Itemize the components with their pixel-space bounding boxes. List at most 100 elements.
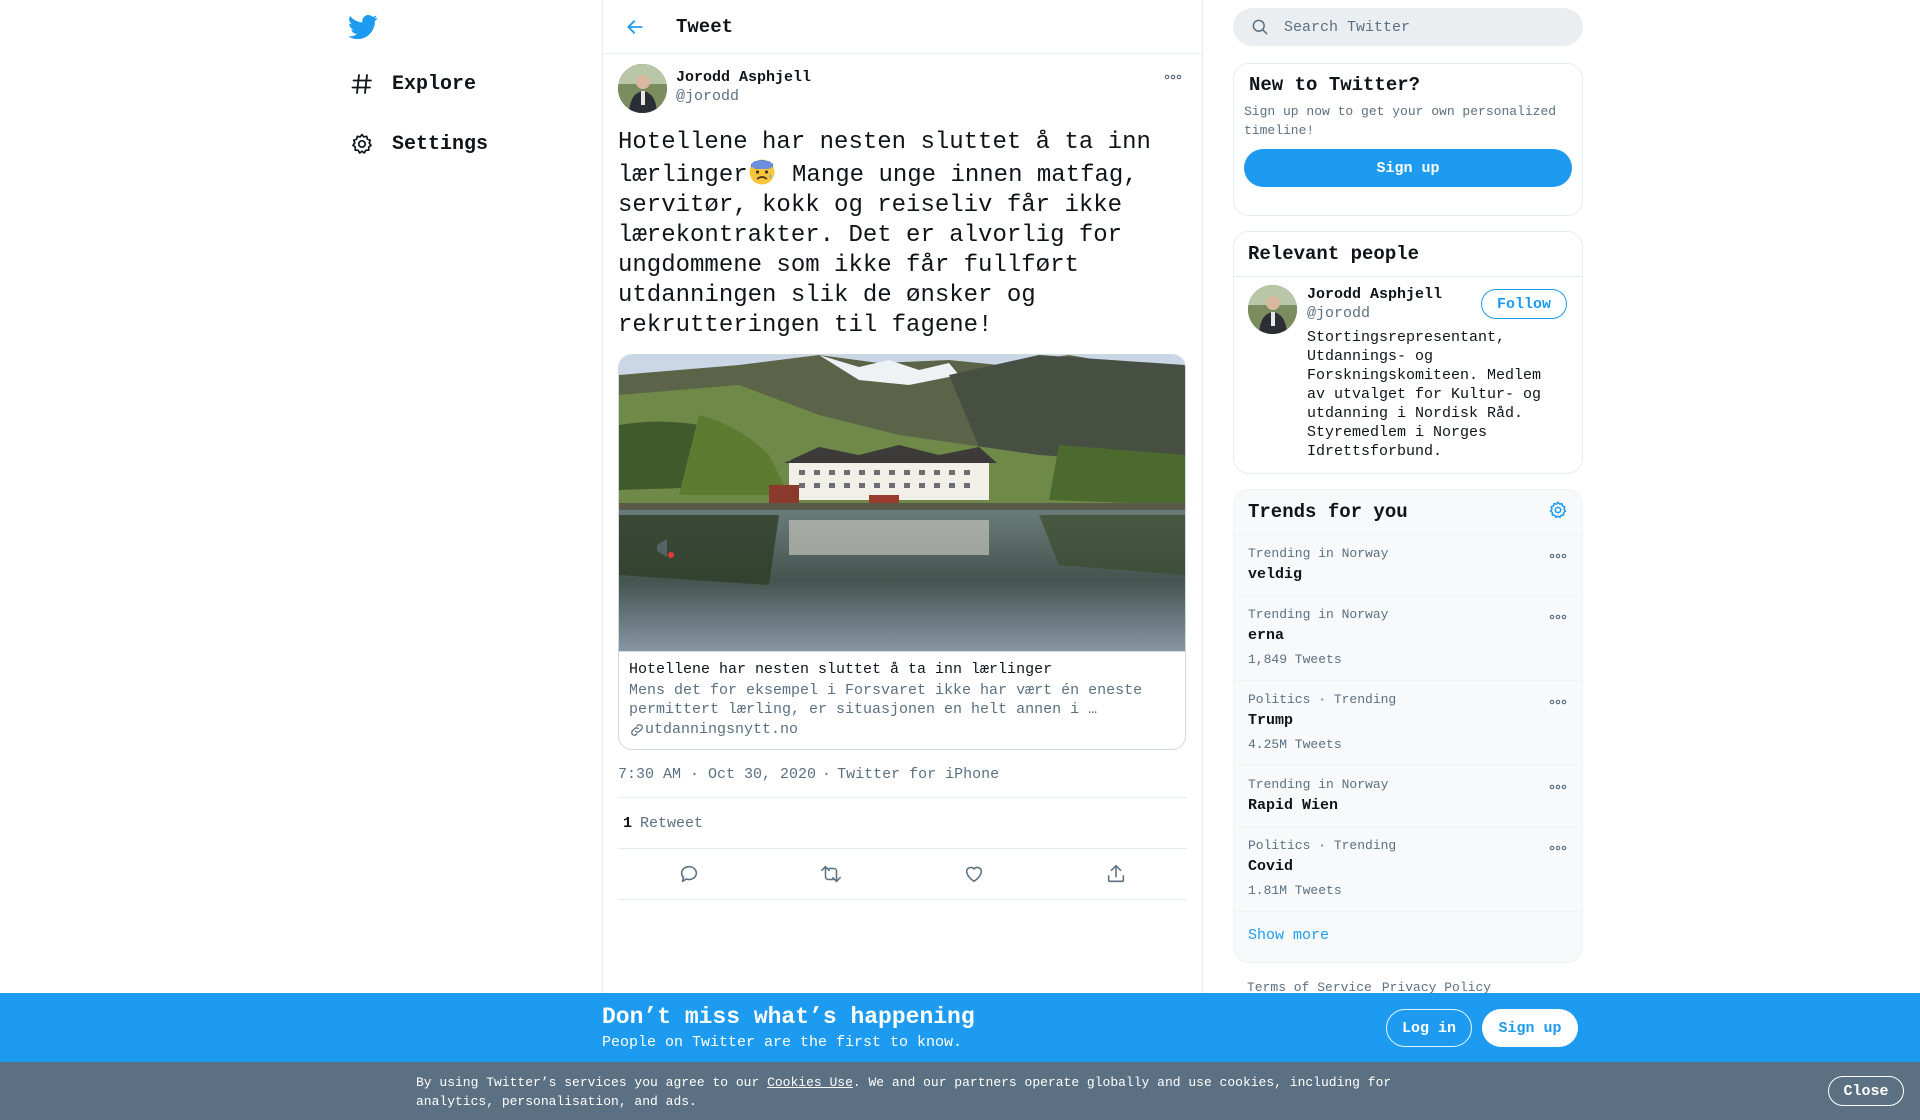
trend-more-button[interactable] bbox=[1548, 780, 1568, 794]
author-avatar[interactable] bbox=[618, 64, 667, 113]
trend-more-button[interactable] bbox=[1548, 695, 1568, 709]
reply-icon bbox=[681, 865, 698, 883]
trend-context: Trending in Norway bbox=[1248, 607, 1389, 622]
trend-count: 1,849 Tweets bbox=[1248, 652, 1342, 667]
trend-item[interactable]: Trending in Norway Rapid Wien bbox=[1234, 766, 1582, 827]
sidebar-signup-button[interactable]: Sign up bbox=[1244, 149, 1572, 187]
dont-miss-banner: Don’t miss what’s happening People on Tw… bbox=[0, 993, 1920, 1062]
trend-count: 1.81M Tweets bbox=[1248, 883, 1342, 898]
trends-panel: Trends for you Trending in Norway veldig… bbox=[1233, 489, 1583, 963]
hashtag-icon bbox=[348, 70, 376, 98]
new-to-twitter-description: Sign up now to get your own personalized… bbox=[1244, 104, 1557, 138]
trends-settings-button[interactable] bbox=[1548, 500, 1568, 525]
login-button[interactable]: Log in bbox=[1386, 1009, 1472, 1047]
banner-signup-button[interactable]: Sign up bbox=[1482, 1009, 1578, 1047]
card-description: Mens det for eksempel i Forsvaret ikke h… bbox=[629, 682, 1143, 718]
relevant-people-title: Relevant people bbox=[1248, 243, 1420, 265]
search-icon bbox=[1252, 19, 1268, 35]
author-handle[interactable]: @jorodd bbox=[676, 87, 811, 106]
more-dots-icon bbox=[1549, 553, 1567, 559]
trend-item[interactable]: Politics · Trending Covid 1.81M Tweets bbox=[1234, 827, 1582, 912]
relevant-person[interactable]: Jorodd Asphjell @jorodd Stortingsreprese… bbox=[1234, 277, 1582, 461]
trend-more-button[interactable] bbox=[1548, 841, 1568, 855]
more-dots-icon bbox=[1549, 784, 1567, 790]
back-button[interactable] bbox=[616, 8, 654, 46]
tweet-more-button[interactable] bbox=[1161, 68, 1185, 86]
trend-name: Rapid Wien bbox=[1248, 797, 1339, 814]
link-icon bbox=[631, 723, 643, 736]
arrow-left-icon bbox=[627, 19, 643, 34]
tweet-actions bbox=[618, 849, 1187, 899]
retweet-stats[interactable]: 1 Retweet bbox=[618, 798, 1187, 848]
trend-name: Covid bbox=[1248, 858, 1294, 875]
page-title: Tweet bbox=[676, 15, 734, 38]
trend-context: Politics · Trending bbox=[1248, 838, 1397, 853]
trend-name: Trump bbox=[1248, 712, 1294, 729]
trend-item[interactable]: Trending in Norway veldig bbox=[1234, 535, 1582, 596]
retweet-button[interactable] bbox=[814, 857, 848, 891]
new-to-twitter-panel: New to Twitter? Sign up now to get your … bbox=[1233, 63, 1583, 216]
more-dots-icon bbox=[1549, 699, 1567, 705]
relevant-people-panel: Relevant people Jorodd Asphjell @jorodd … bbox=[1233, 231, 1583, 474]
trend-name: erna bbox=[1248, 627, 1285, 644]
twitter-bird-icon[interactable] bbox=[348, 12, 378, 42]
trend-item[interactable]: Trending in Norway erna 1,849 Tweets bbox=[1234, 596, 1582, 681]
retweet-count: 1 bbox=[623, 814, 633, 832]
show-more-link[interactable]: Show more bbox=[1234, 912, 1582, 958]
share-icon bbox=[1107, 864, 1124, 883]
trend-context: Trending in Norway bbox=[1248, 546, 1389, 561]
card-body: Hotellene har nesten sluttet å ta inn læ… bbox=[619, 651, 1185, 749]
trend-count: 4.25M Tweets bbox=[1248, 737, 1342, 752]
card-domain-row: utdanningsnytt.no bbox=[629, 720, 1175, 739]
reply-button[interactable] bbox=[672, 857, 706, 891]
nav-settings[interactable]: Settings bbox=[348, 122, 488, 166]
trend-context: Politics · Trending bbox=[1248, 692, 1397, 707]
author-meta: Jorodd Asphjell @jorodd bbox=[676, 68, 811, 106]
card-domain: utdanningsnytt.no bbox=[645, 721, 799, 738]
trend-more-button[interactable] bbox=[1548, 549, 1568, 563]
more-dots-icon bbox=[1164, 74, 1182, 80]
author-name[interactable]: Jorodd Asphjell bbox=[676, 68, 811, 87]
trend-name: veldig bbox=[1248, 566, 1303, 583]
trends-title: Trends for you bbox=[1248, 501, 1408, 523]
card-title: Hotellene har nesten sluttet å ta inn læ… bbox=[629, 661, 1053, 678]
divider bbox=[618, 899, 1187, 900]
cookie-banner: By using Twitter’s services you agree to… bbox=[0, 1062, 1920, 1120]
tweet-meta: 7:30 AM · Oct 30, 2020 · Twitter for iPh… bbox=[618, 766, 1187, 783]
search-input[interactable] bbox=[1284, 18, 1564, 36]
relevant-bio: Stortingsrepresentant, Utdannings- og Fo… bbox=[1307, 329, 1542, 460]
gear-icon bbox=[348, 130, 376, 158]
cookie-text: By using Twitter’s services you agree to… bbox=[416, 1073, 1416, 1111]
banner-title: Don’t miss what’s happening bbox=[602, 1004, 975, 1030]
retweet-label: Retweet bbox=[640, 814, 704, 832]
relevant-avatar[interactable] bbox=[1248, 285, 1297, 334]
tweet-source[interactable]: Twitter for iPhone bbox=[837, 766, 999, 783]
tweet-header: Tweet bbox=[603, 0, 1202, 54]
search-bar[interactable] bbox=[1233, 8, 1583, 46]
relevant-people-header: Relevant people bbox=[1234, 232, 1582, 277]
share-button[interactable] bbox=[1099, 857, 1133, 891]
trend-more-button[interactable] bbox=[1548, 610, 1568, 624]
more-dots-icon bbox=[1549, 614, 1567, 620]
tweet-detail: Jorodd Asphjell @jorodd Hotellene har ne… bbox=[603, 54, 1202, 900]
nav-explore-label: Explore bbox=[392, 72, 477, 96]
link-card[interactable]: Hotellene har nesten sluttet å ta inn læ… bbox=[618, 354, 1186, 750]
nav-explore[interactable]: Explore bbox=[348, 62, 476, 106]
meta-separator: · bbox=[822, 766, 832, 783]
main-column: Tweet Jorodd Asphjell @jorodd Hotellene … bbox=[602, 0, 1203, 1120]
banner-subtitle: People on Twitter are the first to know. bbox=[602, 1034, 963, 1051]
retweet-icon bbox=[821, 865, 842, 883]
cookie-close-button[interactable]: Close bbox=[1828, 1076, 1904, 1106]
new-to-twitter-title: New to Twitter? bbox=[1249, 74, 1421, 96]
trends-header: Trends for you bbox=[1234, 490, 1582, 535]
nav-settings-label: Settings bbox=[392, 132, 489, 156]
like-button[interactable] bbox=[957, 857, 991, 891]
tweet-time[interactable]: 7:30 AM · Oct 30, 2020 bbox=[618, 766, 816, 783]
tweet-author: Jorodd Asphjell @jorodd bbox=[618, 64, 1187, 120]
trend-item[interactable]: Politics · Trending Trump 4.25M Tweets bbox=[1234, 681, 1582, 766]
card-image bbox=[619, 355, 1185, 651]
follow-button[interactable]: Follow bbox=[1481, 289, 1567, 319]
heart-icon bbox=[965, 866, 982, 883]
cookies-use-link[interactable]: Cookies Use bbox=[767, 1075, 853, 1090]
anxious-face-emoji bbox=[748, 158, 778, 186]
